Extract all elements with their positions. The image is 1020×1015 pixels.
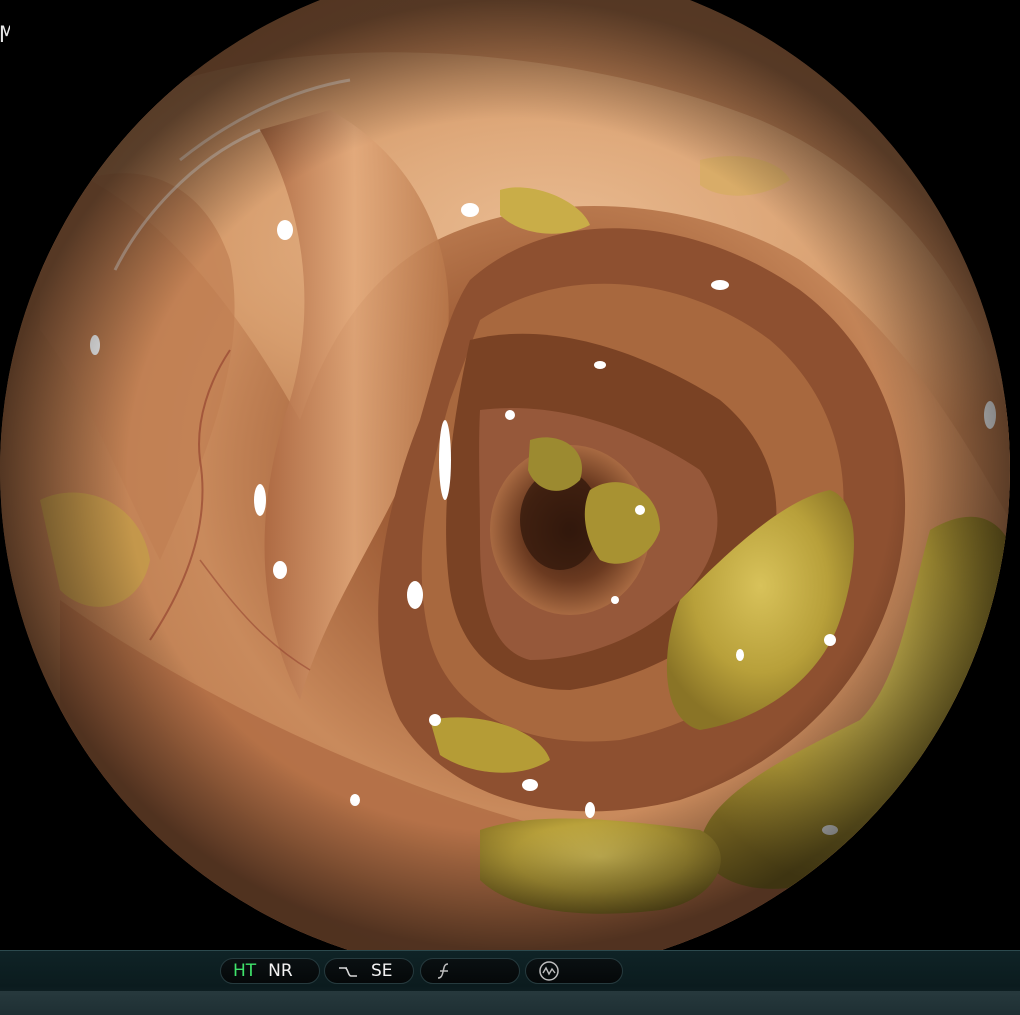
status-bar: HT NR SE [0, 950, 1020, 1015]
mode-indicator-camera [525, 958, 623, 984]
status-bar-lower-strip [0, 991, 1020, 1015]
se-mode-label: SE [371, 961, 393, 981]
sharpness-icon [433, 961, 455, 981]
nr-mode-label: NR [268, 961, 293, 981]
camera-mode-icon [538, 961, 560, 981]
endoscope-image [0, 0, 1020, 950]
corner-indicator-text: M [0, 24, 10, 48]
mode-indicator-ht-nr: HT NR [220, 958, 320, 984]
mode-indicator-sharpness [420, 958, 520, 984]
mode-indicator-se: SE [324, 958, 414, 984]
endoscope-scene [0, 0, 1010, 950]
ht-mode-label: HT [233, 961, 257, 981]
wave-enhance-icon [337, 961, 359, 981]
vignette [0, 0, 1010, 950]
